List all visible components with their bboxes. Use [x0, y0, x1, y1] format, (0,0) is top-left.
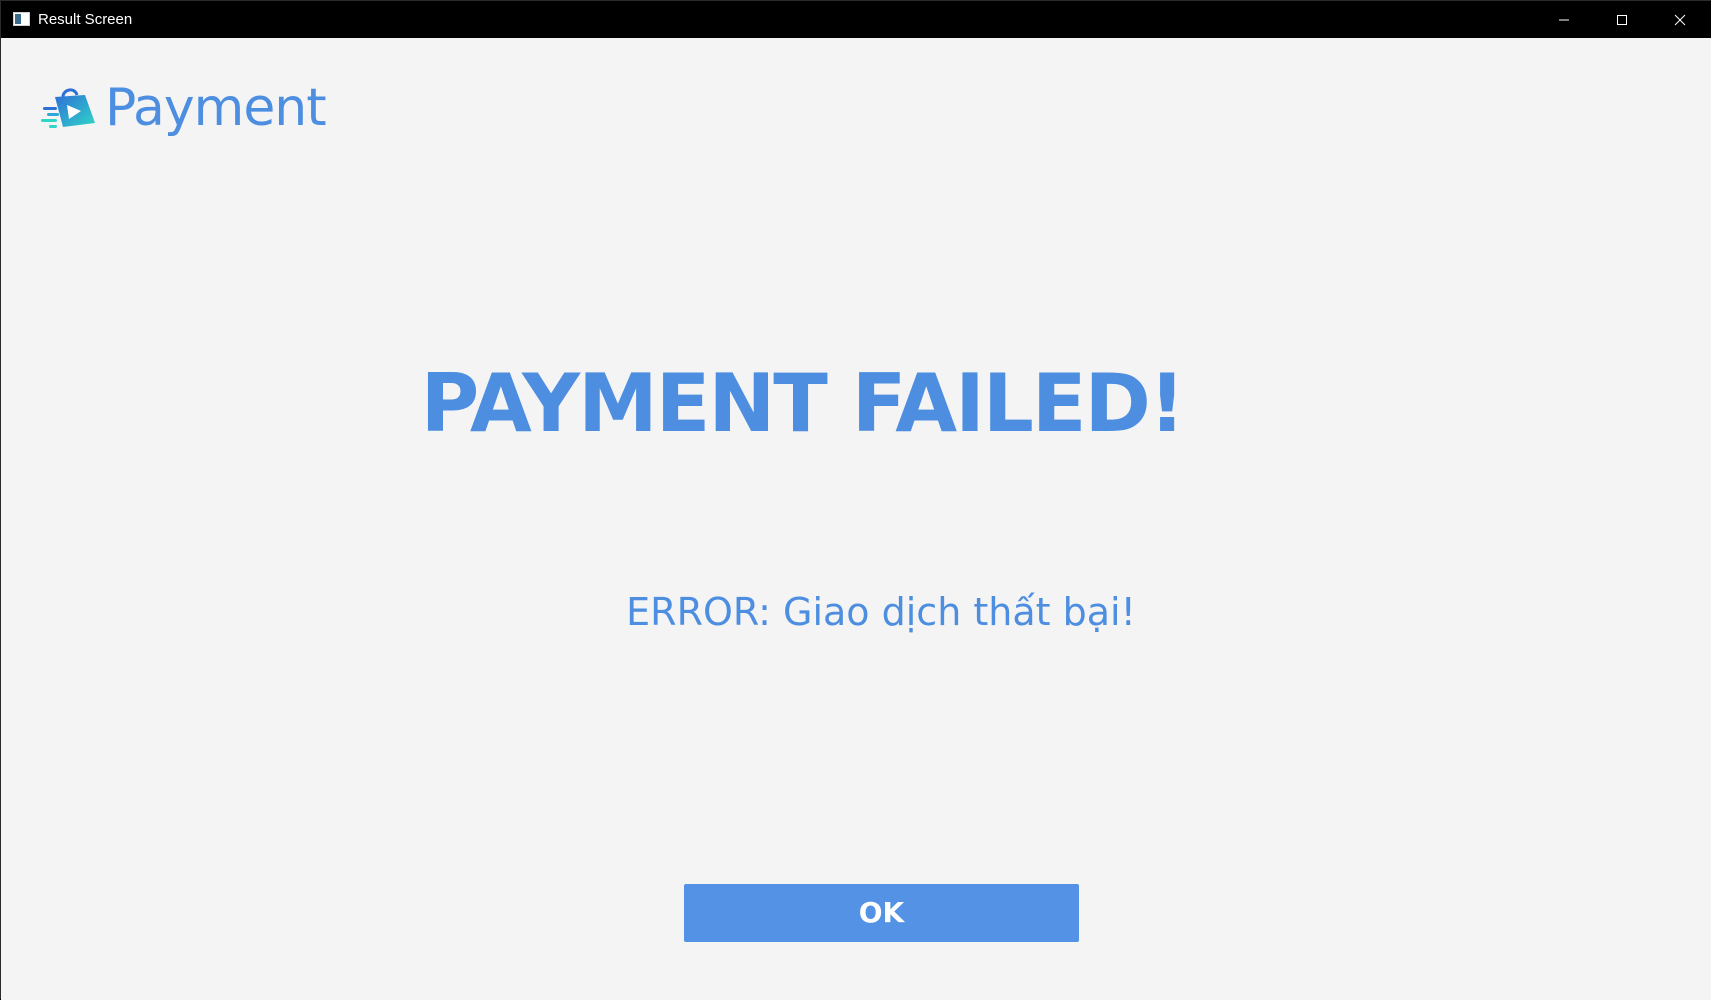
result-headline: PAYMENT FAILED!	[420, 357, 1186, 450]
minimize-icon	[1559, 19, 1569, 20]
window-title: Result Screen	[38, 11, 133, 28]
error-message: ERROR: Giao dịch thất bại!	[626, 590, 1136, 634]
close-icon	[1674, 14, 1686, 25]
maximize-icon	[1617, 14, 1627, 25]
content-area: Payment PAYMENT FAILED! ERROR: Giao dịch…	[1, 38, 1711, 1000]
close-button[interactable]	[1651, 1, 1709, 38]
result-window: Result Screen Payment PAYMENT FAILED! ER…	[0, 0, 1711, 1000]
app-window-icon	[13, 12, 30, 26]
ok-button[interactable]: OK	[684, 884, 1079, 942]
maximize-button[interactable]	[1593, 1, 1651, 38]
minimize-button[interactable]	[1535, 1, 1593, 38]
title-bar[interactable]: Result Screen	[1, 1, 1711, 38]
shopping-bag-icon	[41, 88, 95, 128]
brand-name: Payment	[105, 78, 327, 138]
